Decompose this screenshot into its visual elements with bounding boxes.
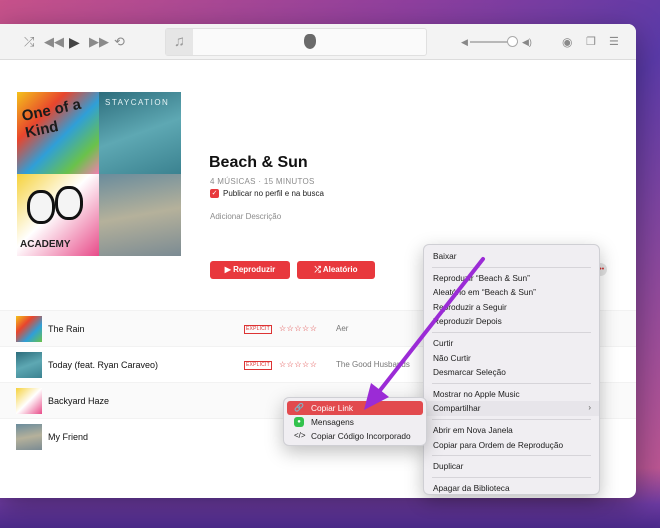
previous-icon[interactable]: ◀◀ — [44, 24, 64, 60]
now-playing-box: ♫ — [165, 28, 427, 56]
volume-knob[interactable] — [507, 36, 518, 47]
context-menu: Baixar Reproduzir “Beach & Sun” Aleatóri… — [423, 244, 600, 495]
track-name: Backyard Haze — [48, 396, 110, 406]
play-icon: ▶ — [224, 265, 234, 274]
code-icon: </> — [294, 431, 306, 440]
menu-item-play-later[interactable]: Reproduzir Depois — [424, 314, 599, 329]
menu-item-love[interactable]: Curtir — [424, 336, 599, 351]
cover-text-staycation: STAYCATION — [105, 98, 170, 107]
copy-link-label: Copiar Link — [311, 403, 353, 413]
track-artwork — [16, 388, 42, 414]
publish-checkbox[interactable]: ✓ — [210, 189, 219, 198]
next-icon[interactable]: ▶▶ — [89, 24, 109, 60]
track-artwork — [16, 352, 42, 378]
menu-item-open-new-window[interactable]: Abrir em Nova Janela — [424, 423, 599, 438]
menu-item-share-label: Compartilhar — [433, 403, 481, 414]
play-icon[interactable]: ▶ — [69, 24, 80, 60]
track-artist[interactable]: Aer — [336, 311, 348, 347]
track-name: The Rain — [48, 324, 85, 334]
cover-text-one-of-a-kind: One of a Kind — [20, 95, 83, 142]
track-artwork — [16, 424, 42, 450]
add-description-link[interactable]: Adicionar Descrição — [210, 212, 281, 221]
cover-tile-3: ACADEMY — [17, 174, 99, 256]
lyrics-icon[interactable]: ❐ — [586, 24, 596, 60]
track-artist[interactable]: The Good Husbands — [336, 347, 410, 383]
menu-item-play-next[interactable]: Reproduzir a Seguir — [424, 300, 599, 315]
play-button[interactable]: ▶ Reproduzir — [210, 261, 290, 279]
apple-logo-icon — [304, 34, 316, 49]
cover-text-academy: ACADEMY — [20, 239, 71, 250]
playlist-title: Beach & Sun — [209, 154, 308, 171]
rating-stars[interactable]: ☆☆☆☆☆ — [279, 347, 317, 383]
menu-separator — [432, 382, 591, 384]
messages-label: Mensagens — [311, 417, 354, 427]
menu-separator — [432, 455, 591, 457]
airplay-icon[interactable]: ◉ — [562, 24, 572, 60]
menu-item-delete-from-library[interactable]: Apagar da Biblioteca — [424, 481, 599, 496]
playlist-cover: One of a Kind STAYCATION ACADEMY — [17, 92, 181, 256]
track-name: Today (feat. Ryan Caraveo) — [48, 360, 159, 370]
track-artwork — [16, 316, 42, 342]
menu-item-share[interactable]: Compartilhar › — [424, 401, 599, 416]
link-icon: 🔗 — [294, 403, 304, 412]
cover-tile-2: STAYCATION — [99, 92, 181, 174]
menu-item-show-in-apple-music[interactable]: Mostrar no Apple Music — [424, 387, 599, 402]
faces-illustration — [25, 184, 89, 236]
menu-item-duplicate[interactable]: Duplicar — [424, 459, 599, 474]
shuffle-icon: ⤮ — [314, 265, 323, 274]
submenu-item-copy-link[interactable]: 🔗 Copiar Link — [287, 401, 423, 415]
track-name: My Friend — [48, 432, 89, 442]
menu-separator — [432, 418, 591, 420]
menu-separator — [432, 266, 591, 268]
menu-item-download[interactable]: Baixar — [424, 249, 599, 264]
submenu-item-messages[interactable]: ● Mensagens — [287, 415, 423, 429]
play-button-label: Reproduzir — [233, 265, 276, 274]
share-submenu: 🔗 Copiar Link ● Mensagens </> Copiar Cód… — [283, 397, 427, 446]
publish-label: Publicar no perfil e na busca — [223, 189, 324, 198]
playlist-meta: 4 MÚSICAS · 15 MINUTOS — [210, 177, 315, 186]
volume-high-icon: ◀) — [522, 37, 532, 47]
repeat-icon[interactable]: ⟲ — [114, 24, 125, 60]
menu-separator — [432, 476, 591, 478]
cover-tile-4 — [99, 174, 181, 256]
copy-embed-label: Copiar Código Incorporado — [311, 431, 411, 441]
shuffle-button-label: Aleatório — [322, 265, 358, 274]
rating-stars[interactable]: ☆☆☆☆☆ — [279, 311, 317, 347]
menu-item-copy-to-queue[interactable]: Copiar para Ordem de Reprodução — [424, 438, 599, 453]
menu-item-dislike[interactable]: Não Curtir — [424, 351, 599, 366]
shuffle-icon[interactable]: ⤮ — [24, 24, 34, 60]
menu-item-shuffle-playlist[interactable]: Aleatório em “Beach & Sun” — [424, 285, 599, 300]
player-toolbar: ⤮ ◀◀ ▶ ▶▶ ⟲ ♫ ◀ ◀) ◉ ❐ ☰ — [0, 24, 636, 60]
submenu-item-copy-embed-code[interactable]: </> Copiar Código Incorporado — [287, 429, 423, 443]
volume-low-icon: ◀ — [461, 37, 468, 47]
menu-item-deselect[interactable]: Desmarcar Seleção — [424, 365, 599, 380]
cover-tile-1: One of a Kind — [17, 92, 99, 174]
queue-icon[interactable]: ☰ — [609, 24, 619, 60]
chevron-right-icon: › — [588, 403, 591, 413]
shuffle-button[interactable]: ⤮ Aleatório — [297, 261, 375, 279]
explicit-badge: EXPLICIT — [244, 361, 272, 370]
messages-icon: ● — [294, 417, 304, 427]
explicit-badge: EXPLICIT — [244, 325, 272, 334]
menu-separator — [432, 331, 591, 333]
menu-item-play-playlist[interactable]: Reproduzir “Beach & Sun” — [424, 271, 599, 286]
music-note-icon: ♫ — [166, 29, 193, 55]
